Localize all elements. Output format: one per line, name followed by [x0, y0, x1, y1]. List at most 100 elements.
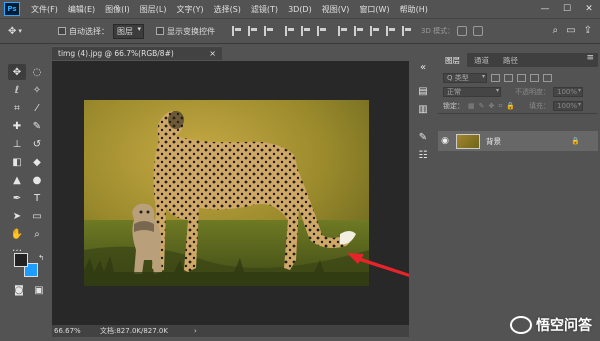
filter-pixel-icon[interactable] — [491, 74, 500, 82]
healing-brush-icon[interactable]: ✚ — [8, 118, 26, 134]
move-tool-preset[interactable]: ✥ ▾ — [8, 26, 38, 37]
distribute-top-icon[interactable] — [338, 26, 348, 36]
roll-3d-icon[interactable] — [473, 26, 484, 36]
align-left-icon[interactable] — [232, 26, 242, 36]
search-icon[interactable]: ⌕ — [553, 25, 559, 36]
orbit-3d-icon[interactable] — [457, 26, 468, 36]
distribute-center-icon[interactable] — [402, 26, 412, 36]
align-bottom-icon[interactable] — [317, 26, 327, 36]
lock-row: 锁定： ▦ ✎ ✥ ⌗ 🔒 填充： 100% — [438, 99, 598, 113]
paint-bucket-icon[interactable]: ◆ — [28, 154, 46, 170]
blend-mode-dropdown[interactable]: 正常 — [443, 87, 501, 97]
maximize-button[interactable]: ☐ — [556, 0, 578, 18]
menu-filter[interactable]: 滤镜(T) — [246, 4, 283, 15]
panel-tabs: 图层 通道 路径 ≡ — [438, 53, 598, 67]
align-center-icon[interactable] — [248, 26, 258, 36]
canvas-area[interactable] — [52, 61, 409, 325]
brush-panel-icon[interactable]: ✎ — [414, 129, 432, 145]
screen-mode-icon[interactable]: ▣ — [30, 282, 48, 298]
status-menu-arrow[interactable]: › — [194, 327, 197, 335]
lock-all-icon[interactable]: 🔒 — [506, 102, 515, 110]
document-tab[interactable]: timg (4).jpg @ 66.7%(RGB/8#) × — [52, 46, 222, 60]
lock-position-icon[interactable]: ✥ — [489, 102, 495, 110]
menu-layer[interactable]: 图层(L) — [135, 4, 172, 15]
workspace-icon[interactable]: ▭ — [566, 25, 575, 36]
menu-window[interactable]: 窗口(W) — [354, 4, 394, 15]
menu-type[interactable]: 文字(Y) — [171, 4, 208, 15]
layer-row[interactable]: ◉ 背景 🔒 — [438, 131, 598, 151]
auto-select-option[interactable]: 自动选择： — [58, 26, 109, 37]
tab-layers[interactable]: 图层 — [438, 53, 467, 67]
lock-transparent-icon[interactable]: ▦ — [468, 102, 475, 110]
panel-menu-icon[interactable]: ≡ — [586, 53, 598, 67]
adjustments-panel-icon[interactable]: ☷ — [414, 147, 432, 163]
move-icon: ✥ — [8, 25, 17, 37]
menu-help[interactable]: 帮助(H) — [395, 4, 433, 15]
show-transform-checkbox[interactable] — [156, 27, 164, 35]
align-middle-icon[interactable] — [301, 26, 311, 36]
shape-tool-icon[interactable]: ▭ — [28, 208, 46, 224]
distribute-bottom-icon[interactable] — [370, 26, 380, 36]
share-icon[interactable]: ⇪ — [584, 25, 592, 36]
swap-colors-icon[interactable]: ↰ — [32, 250, 50, 266]
show-transform-option[interactable]: 显示变换控件 — [156, 26, 215, 37]
mode-3d-label: 3D 模式： — [421, 27, 455, 35]
magic-wand-icon[interactable]: ✧ — [28, 82, 46, 98]
lock-artboard-icon[interactable]: ⌗ — [498, 102, 502, 111]
tab-paths[interactable]: 路径 — [496, 53, 525, 67]
zoom-tool-icon[interactable]: ⌕ — [28, 226, 46, 242]
distribute-middle-icon[interactable] — [354, 26, 364, 36]
minimize-button[interactable]: — — [534, 0, 556, 18]
eraser-tool-icon[interactable]: ◧ — [8, 154, 26, 170]
close-button[interactable]: ✕ — [578, 0, 600, 18]
marquee-tool-icon[interactable]: ◌ — [28, 64, 46, 80]
auto-select-checkbox[interactable] — [58, 27, 66, 35]
move-tool-icon[interactable]: ✥ — [8, 64, 26, 80]
opacity-field[interactable]: 100% — [553, 87, 583, 97]
watermark: 悟空问答 — [510, 315, 592, 335]
visibility-eye-icon[interactable]: ◉ — [438, 136, 452, 146]
distribute-left-icon[interactable] — [386, 26, 396, 36]
filter-adjust-icon[interactable] — [504, 74, 513, 82]
align-top-icon[interactable] — [285, 26, 295, 36]
collapse-dock-icon[interactable]: « — [414, 59, 432, 75]
filter-smart-icon[interactable] — [543, 74, 552, 82]
brush-tool-icon[interactable]: ✎ — [28, 118, 46, 134]
filter-type-icon[interactable] — [517, 74, 526, 82]
tab-channels[interactable]: 通道 — [467, 53, 496, 67]
history-panel-icon[interactable]: ▤ — [414, 83, 432, 99]
history-brush-icon[interactable]: ↺ — [28, 136, 46, 152]
status-bar: 66.67% 文档:827.0K/827.0K › — [52, 325, 409, 337]
blur-tool-icon[interactable]: ▲ — [8, 172, 26, 188]
show-transform-label: 显示变换控件 — [167, 26, 215, 36]
eyedropper-icon[interactable]: ⁄ — [28, 100, 46, 116]
tools-panel: ✥ ◌ ℓ ✧ ⌗ ⁄ ✚ ✎ ⊥ ↺ ◧ ◆ ▲ ● ✒ T ➤ ▭ ✋ ⌕ … — [3, 56, 47, 326]
fill-field[interactable]: 100% — [553, 101, 584, 111]
red-arrow-annotation — [347, 253, 409, 277]
pen-tool-icon[interactable]: ✒ — [8, 190, 26, 206]
filter-type-dropdown[interactable]: Q 类型 — [443, 73, 487, 83]
zoom-level[interactable]: 66.67% — [52, 327, 92, 335]
path-selection-icon[interactable]: ➤ — [8, 208, 26, 224]
properties-panel-icon[interactable]: ▥ — [414, 101, 432, 117]
menu-select[interactable]: 选择(S) — [209, 4, 246, 15]
menu-file[interactable]: 文件(F) — [26, 4, 63, 15]
crop-tool-icon[interactable]: ⌗ — [8, 100, 26, 116]
window-controls: — ☐ ✕ — [534, 0, 600, 18]
close-tab-icon[interactable]: × — [209, 49, 216, 58]
filter-shape-icon[interactable] — [530, 74, 539, 82]
quick-mask-icon[interactable]: ◙ — [10, 282, 28, 298]
align-right-icon[interactable] — [264, 26, 274, 36]
lasso-tool-icon[interactable]: ℓ — [8, 82, 26, 98]
foreground-color-swatch[interactable] — [14, 253, 28, 267]
menu-edit[interactable]: 编辑(E) — [63, 4, 100, 15]
layer-select-dropdown[interactable]: 图层 — [113, 23, 144, 39]
menu-3d[interactable]: 3D(D) — [283, 5, 317, 14]
menu-view[interactable]: 视图(V) — [317, 4, 355, 15]
clone-stamp-icon[interactable]: ⊥ — [8, 136, 26, 152]
lock-pixels-icon[interactable]: ✎ — [479, 102, 485, 110]
menu-image[interactable]: 图像(I) — [100, 4, 135, 15]
layer-filter-row: Q 类型 — [438, 71, 598, 85]
dodge-tool-icon[interactable]: ● — [28, 172, 46, 188]
type-tool-icon[interactable]: T — [28, 190, 46, 206]
